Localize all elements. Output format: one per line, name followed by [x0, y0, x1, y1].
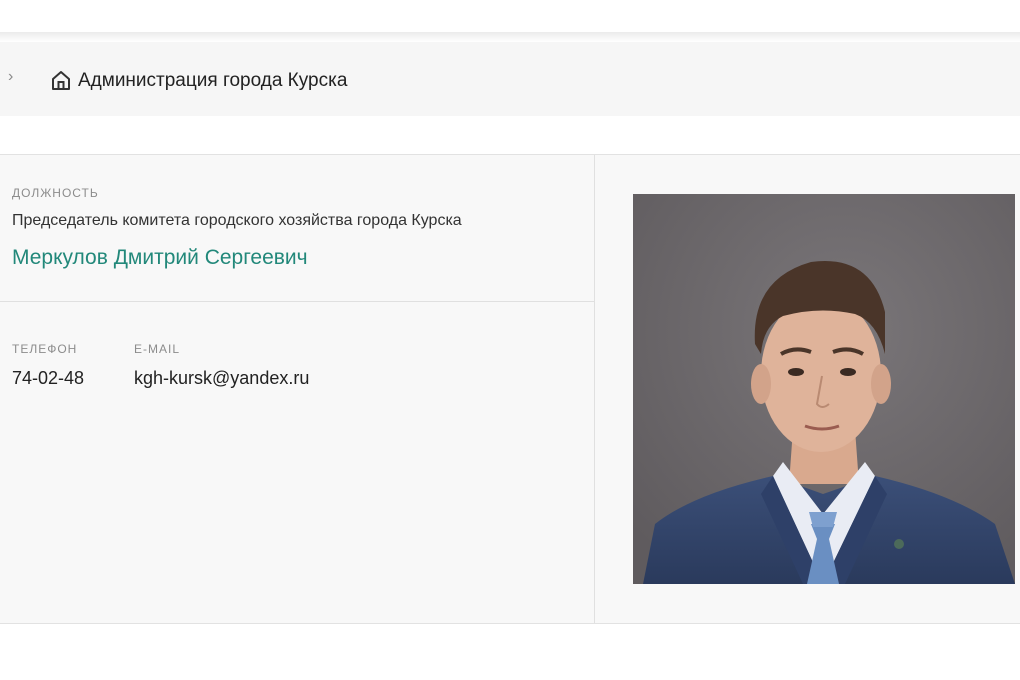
profile-photo	[633, 194, 1015, 584]
phone-value[interactable]: 74-02-48	[12, 367, 84, 389]
chevron-right-icon[interactable]: ›	[8, 69, 13, 85]
email-link[interactable]: kgh-kursk@yandex.ru	[134, 367, 309, 389]
email-label: E-MAIL	[134, 342, 181, 356]
profile-info: ДОЛЖНОСТЬ Председатель комитета городско…	[0, 155, 595, 623]
phone-label: ТЕЛЕФОН	[12, 342, 78, 356]
profile-card: ДОЛЖНОСТЬ Председатель комитета городско…	[0, 154, 1020, 624]
position-label: ДОЛЖНОСТЬ	[12, 186, 99, 200]
top-bar	[0, 0, 1020, 34]
section-divider	[0, 301, 594, 302]
person-name: Меркулов Дмитрий Сергеевич	[12, 246, 308, 269]
breadcrumb-link-administration[interactable]: Администрация города Курска	[78, 70, 347, 92]
top-bar-shadow	[0, 32, 1020, 42]
home-icon[interactable]	[50, 69, 72, 91]
position-value: Председатель комитета городского хозяйст…	[12, 212, 462, 229]
breadcrumb: › Администрация города Курска	[0, 42, 1020, 116]
